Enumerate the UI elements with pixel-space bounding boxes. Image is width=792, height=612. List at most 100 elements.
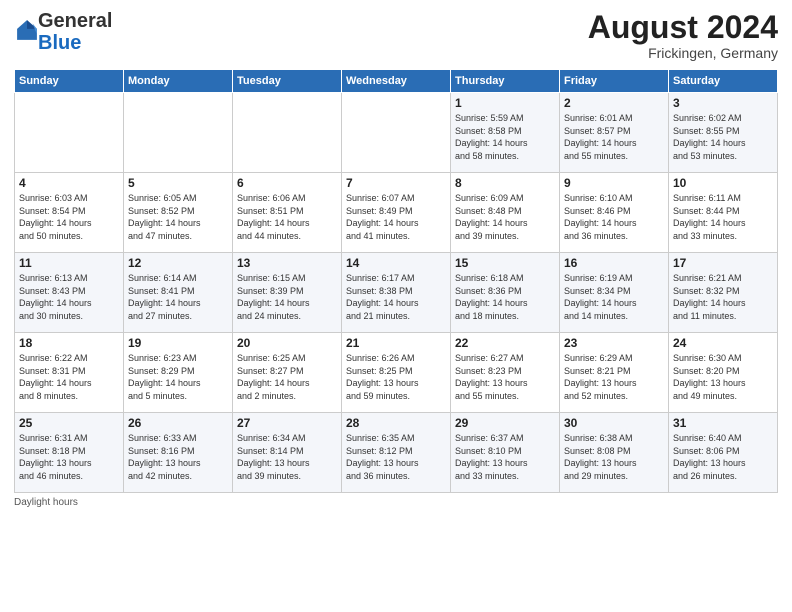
logo-text: General Blue: [38, 10, 112, 54]
calendar-cell: 16Sunrise: 6:19 AM Sunset: 8:34 PM Dayli…: [560, 253, 669, 333]
calendar-cell: 18Sunrise: 6:22 AM Sunset: 8:31 PM Dayli…: [15, 333, 124, 413]
day-number: 5: [128, 176, 228, 190]
calendar-cell: 25 Sunrise: 6:31 AM Sunset: 8:18 PM Dayli…: [15, 413, 124, 493]
day-info: Sunrise: 6:03 AM Sunset: 8:54 PM Dayligh…: [19, 192, 119, 242]
day-number: 14: [346, 256, 446, 270]
weekday-header-saturday: Saturday: [669, 70, 778, 93]
day-number: 7: [346, 176, 446, 190]
calendar-cell: 22 Sunrise: 6:27 AM Sunset: 8:23 PM Dayli…: [451, 333, 560, 413]
week-row-1: 1 Sunrise: 5:59 AM Sunset: 8:58 PM Daylig…: [15, 93, 778, 173]
day-info: Sunrise: 6:25 AM Sunset: 8:27 PM Dayligh…: [237, 352, 337, 402]
calendar-cell: 5 Sunrise: 6:05 AM Sunset: 8:52 PM Daylig…: [124, 173, 233, 253]
day-number: 29: [455, 416, 555, 430]
day-number: 8: [455, 176, 555, 190]
weekday-header-tuesday: Tuesday: [233, 70, 342, 93]
calendar-cell: 9 Sunrise: 6:10 AM Sunset: 8:46 PM Daylig…: [560, 173, 669, 253]
day-number: 22: [455, 336, 555, 350]
day-number: 25: [19, 416, 119, 430]
day-info: Sunrise: 6:05 AM Sunset: 8:52 PM Dayligh…: [128, 192, 228, 242]
weekday-header-sunday: Sunday: [15, 70, 124, 93]
day-number: 12: [128, 256, 228, 270]
calendar-cell: 15 Sunrise: 6:18 AM Sunset: 8:36 PM Dayli…: [451, 253, 560, 333]
day-info: Sunrise: 6:33 AM Sunset: 8:16 PM Dayligh…: [128, 432, 228, 482]
day-number: 16: [564, 256, 664, 270]
day-number: 1: [455, 96, 555, 110]
calendar-cell: 11 Sunrise: 6:13 AM Sunset: 8:43 PM Dayli…: [15, 253, 124, 333]
week-row-3: 11 Sunrise: 6:13 AM Sunset: 8:43 PM Dayli…: [15, 253, 778, 333]
calendar-cell: 28Sunrise: 6:35 AM Sunset: 8:12 PM Dayli…: [342, 413, 451, 493]
calendar-cell: 13Sunrise: 6:15 AM Sunset: 8:39 PM Dayli…: [233, 253, 342, 333]
day-number: 31: [673, 416, 773, 430]
logo: General Blue: [14, 10, 112, 54]
calendar-cell: 2Sunrise: 6:01 AM Sunset: 8:57 PM Daylig…: [560, 93, 669, 173]
day-number: 10: [673, 176, 773, 190]
calendar-cell: 23 Sunrise: 6:29 AM Sunset: 8:21 PM Dayli…: [560, 333, 669, 413]
calendar-cell: 14 Sunrise: 6:17 AM Sunset: 8:38 PM Dayli…: [342, 253, 451, 333]
location-subtitle: Frickingen, Germany: [588, 45, 778, 61]
day-number: 21: [346, 336, 446, 350]
calendar-cell: 8 Sunrise: 6:09 AM Sunset: 8:48 PM Daylig…: [451, 173, 560, 253]
day-info: Sunrise: 6:10 AM Sunset: 8:46 PM Dayligh…: [564, 192, 664, 242]
day-info: Sunrise: 6:09 AM Sunset: 8:48 PM Dayligh…: [455, 192, 555, 242]
weekday-header-row: SundayMondayTuesdayWednesdayThursdayFrid…: [15, 70, 778, 93]
day-number: 24: [673, 336, 773, 350]
week-row-2: 4Sunrise: 6:03 AM Sunset: 8:54 PM Daylig…: [15, 173, 778, 253]
calendar-cell: 20 Sunrise: 6:25 AM Sunset: 8:27 PM Dayli…: [233, 333, 342, 413]
logo-icon: [16, 19, 38, 41]
day-number: 28: [346, 416, 446, 430]
day-info: Sunrise: 6:18 AM Sunset: 8:36 PM Dayligh…: [455, 272, 555, 322]
day-info: Sunrise: 5:59 AM Sunset: 8:58 PM Dayligh…: [455, 112, 555, 162]
day-info: Sunrise: 6:27 AM Sunset: 8:23 PM Dayligh…: [455, 352, 555, 402]
calendar-table: SundayMondayTuesdayWednesdayThursdayFrid…: [14, 69, 778, 493]
day-number: 17: [673, 256, 773, 270]
legend: Daylight hours: [14, 497, 778, 508]
day-info: Sunrise: 6:02 AM Sunset: 8:55 PM Dayligh…: [673, 112, 773, 162]
weekday-header-monday: Monday: [124, 70, 233, 93]
calendar-cell: 1 Sunrise: 5:59 AM Sunset: 8:58 PM Daylig…: [451, 93, 560, 173]
day-info: Sunrise: 6:26 AM Sunset: 8:25 PM Dayligh…: [346, 352, 446, 402]
day-number: 13: [237, 256, 337, 270]
calendar-cell: [15, 93, 124, 173]
day-number: 27: [237, 416, 337, 430]
calendar-cell: 27Sunrise: 6:34 AM Sunset: 8:14 PM Dayli…: [233, 413, 342, 493]
calendar-cell: 7 Sunrise: 6:07 AM Sunset: 8:49 PM Daylig…: [342, 173, 451, 253]
title-block: August 2024 Frickingen, Germany: [588, 10, 778, 61]
calendar-cell: 31Sunrise: 6:40 AM Sunset: 8:06 PM Dayli…: [669, 413, 778, 493]
day-number: 15: [455, 256, 555, 270]
day-info: Sunrise: 6:31 AM Sunset: 8:18 PM Dayligh…: [19, 432, 119, 482]
calendar-cell: 29 Sunrise: 6:37 AM Sunset: 8:10 PM Dayli…: [451, 413, 560, 493]
day-number: 3: [673, 96, 773, 110]
calendar-cell: [342, 93, 451, 173]
day-number: 30: [564, 416, 664, 430]
day-info: Sunrise: 6:14 AM Sunset: 8:41 PM Dayligh…: [128, 272, 228, 322]
calendar-cell: [233, 93, 342, 173]
day-info: Sunrise: 6:11 AM Sunset: 8:44 PM Dayligh…: [673, 192, 773, 242]
weekday-header-friday: Friday: [560, 70, 669, 93]
day-number: 18: [19, 336, 119, 350]
calendar-cell: 17Sunrise: 6:21 AM Sunset: 8:32 PM Dayli…: [669, 253, 778, 333]
day-info: Sunrise: 6:13 AM Sunset: 8:43 PM Dayligh…: [19, 272, 119, 322]
page-header: General Blue August 2024 Frickingen, Ger…: [14, 10, 778, 61]
day-number: 20: [237, 336, 337, 350]
day-number: 11: [19, 256, 119, 270]
logo-general: General: [38, 10, 112, 32]
day-number: 2: [564, 96, 664, 110]
calendar-cell: 21 Sunrise: 6:26 AM Sunset: 8:25 PM Dayli…: [342, 333, 451, 413]
week-row-4: 18Sunrise: 6:22 AM Sunset: 8:31 PM Dayli…: [15, 333, 778, 413]
day-info: Sunrise: 6:37 AM Sunset: 8:10 PM Dayligh…: [455, 432, 555, 482]
day-info: Sunrise: 6:38 AM Sunset: 8:08 PM Dayligh…: [564, 432, 664, 482]
page-container: General Blue August 2024 Frickingen, Ger…: [0, 0, 792, 514]
day-info: Sunrise: 6:07 AM Sunset: 8:49 PM Dayligh…: [346, 192, 446, 242]
day-number: 9: [564, 176, 664, 190]
logo-blue: Blue: [38, 32, 81, 54]
day-info: Sunrise: 6:30 AM Sunset: 8:20 PM Dayligh…: [673, 352, 773, 402]
day-info: Sunrise: 6:17 AM Sunset: 8:38 PM Dayligh…: [346, 272, 446, 322]
calendar-cell: 4Sunrise: 6:03 AM Sunset: 8:54 PM Daylig…: [15, 173, 124, 253]
day-number: 23: [564, 336, 664, 350]
calendar-cell: 6Sunrise: 6:06 AM Sunset: 8:51 PM Daylig…: [233, 173, 342, 253]
month-title: August 2024: [588, 10, 778, 45]
day-number: 19: [128, 336, 228, 350]
day-info: Sunrise: 6:06 AM Sunset: 8:51 PM Dayligh…: [237, 192, 337, 242]
day-info: Sunrise: 6:29 AM Sunset: 8:21 PM Dayligh…: [564, 352, 664, 402]
calendar-cell: 19Sunrise: 6:23 AM Sunset: 8:29 PM Dayli…: [124, 333, 233, 413]
